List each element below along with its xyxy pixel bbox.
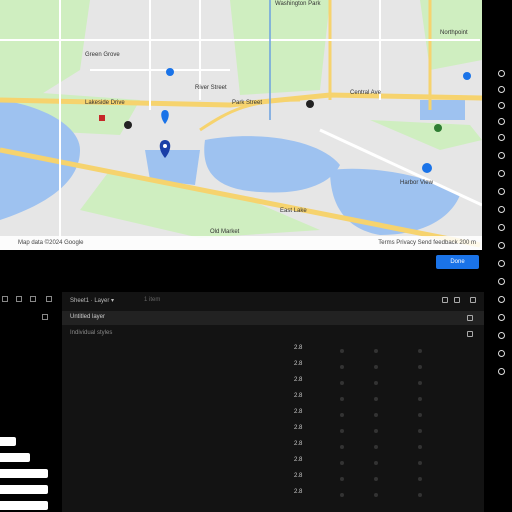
row-value: 2.8 [294,393,303,399]
table-row[interactable]: 2.8 [62,425,484,437]
right-toolbar [490,0,512,512]
row-value: 2.8 [294,345,303,351]
row-value: 2.8 [294,425,303,431]
refresh-icon[interactable] [498,70,505,77]
done-button[interactable]: Done [436,255,479,269]
row-value: 2.8 [294,457,303,463]
map-label: Harbor View [400,180,433,186]
map-label: Northpoint [440,30,468,36]
edit-icon[interactable] [442,297,448,303]
table-row[interactable]: 2.8 [62,441,484,453]
help-icon[interactable] [498,102,505,109]
table-row[interactable]: 2.8 [62,393,484,405]
left-strip [0,469,48,478]
settings-icon[interactable] [498,242,505,249]
print-icon[interactable] [30,296,36,302]
layers-icon[interactable] [498,118,505,125]
table-row[interactable]: 2.8 [62,489,484,501]
row-value: 2.8 [294,441,303,447]
table-row[interactable]: 2.8 [62,409,484,421]
row-value: 2.8 [294,473,303,479]
map-attribution: Map data ©2024 Google [18,240,84,246]
map-label: Lakeside Drive [85,100,125,106]
share-icon[interactable] [498,134,505,141]
map-view[interactable]: Washington Park Green Grove Lakeside Dri… [0,0,482,250]
table-row[interactable]: 2.8 [62,345,484,357]
edit-icon[interactable] [498,296,505,303]
redo-icon[interactable] [16,296,22,302]
left-tools [0,296,60,310]
left-strip [0,501,48,510]
more-icon[interactable] [470,297,476,303]
map-label: Old Market [210,229,240,235]
layer-name: Untitled layer [70,314,106,320]
left-strip [0,453,30,462]
more-icon[interactable] [498,368,505,375]
map-label: River Street [195,85,227,91]
ruler-icon[interactable] [498,224,505,231]
table-row[interactable]: 2.8 [62,473,484,485]
layer-row[interactable]: Untitled layer [62,311,484,325]
table-row[interactable]: 2.8 [62,457,484,469]
filter-icon[interactable] [498,206,505,213]
info-icon[interactable] [498,278,505,285]
grid-icon[interactable] [498,188,505,195]
history-icon[interactable] [498,86,505,93]
row-value: 2.8 [294,361,303,367]
add-icon[interactable] [42,314,48,320]
settings-icon[interactable] [454,297,460,303]
table-icon[interactable] [498,314,505,321]
table-row[interactable]: 2.8 [62,377,484,389]
left-strip [0,437,16,446]
undo-icon[interactable] [2,296,8,302]
menu-icon[interactable] [498,152,505,159]
panel-header-secondary: 1 item [144,297,161,303]
expand-icon[interactable] [498,260,505,267]
data-panel: Sheet1 · Layer ▾ 1 item Untitled layer I… [62,292,484,512]
options-icon[interactable] [467,315,473,321]
row-value: 2.8 [294,489,303,495]
map-footer: Map data ©2024 Google Terms Privacy Send… [0,236,482,250]
row-value: 2.8 [294,409,303,415]
style-label: Individual styles [70,330,113,336]
left-strip [0,485,48,494]
pin-icon[interactable] [498,170,505,177]
map-label: Green Grove [85,52,120,58]
map-footer-links[interactable]: Terms Privacy Send feedback 200 m [378,236,476,250]
link-icon[interactable] [498,350,505,357]
row-value: 2.8 [294,377,303,383]
chart-icon[interactable] [498,332,505,339]
map-label: Park Street [232,100,263,106]
map-label: Washington Park [275,1,321,7]
panel-header[interactable]: Sheet1 · Layer ▾ [70,297,114,304]
map-label: East Lake [280,208,307,214]
table-row[interactable]: 2.8 [62,361,484,373]
options-icon[interactable] [467,331,473,337]
zoom-icon[interactable] [46,296,52,302]
map-label: Central Ave [350,90,381,96]
map-canvas[interactable] [0,0,482,250]
